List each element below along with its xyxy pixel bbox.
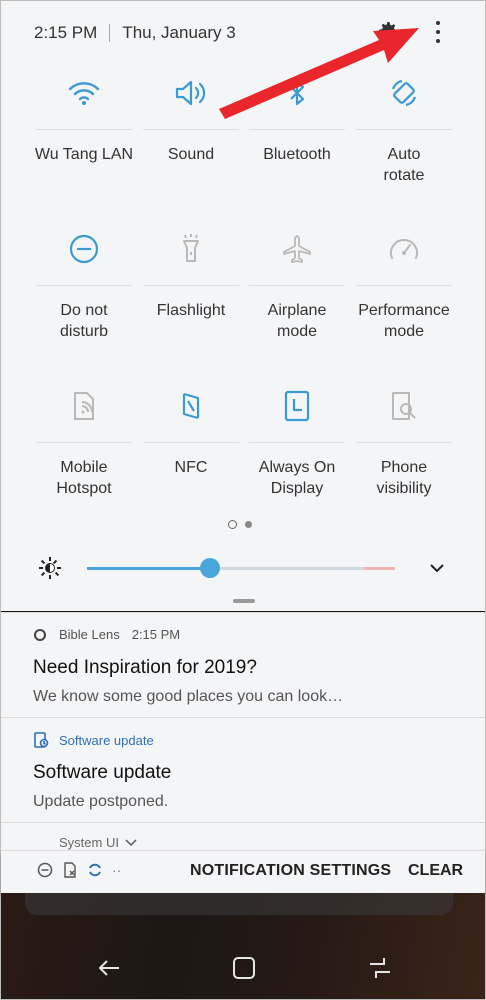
tile-divider — [36, 285, 132, 286]
status-bar: 2:15 PM Thu, January 3 — [34, 21, 236, 45]
notification-body: Update postponed. — [33, 793, 169, 810]
notification-header: Software update — [33, 732, 154, 748]
more-dot — [436, 21, 440, 25]
notification-list: Bible Lens 2:15 PM Need Inspiration for … — [1, 612, 485, 851]
no-sim-icon — [64, 862, 76, 878]
navigation-bar — [1, 940, 485, 998]
tile-flashlight[interactable]: Flashlight — [138, 227, 244, 321]
notification-time: 2:15 PM — [131, 627, 181, 642]
tile-divider — [143, 285, 239, 286]
brightness-auto-icon[interactable] — [39, 557, 61, 579]
hotspot-icon — [74, 392, 94, 420]
tile-airplane[interactable]: Airplane mode — [244, 227, 350, 342]
tile-divider — [356, 129, 452, 130]
status-date: Thu, January 3 — [122, 23, 236, 42]
notification-peek[interactable]: System UI — [59, 835, 137, 850]
tile-divider — [143, 129, 239, 130]
tile-label: Wu Tang LAN — [34, 146, 134, 163]
airplane-icon — [283, 235, 311, 263]
sync-icon — [89, 863, 101, 877]
status-separator — [109, 24, 111, 42]
wifi-icon — [68, 82, 100, 105]
status-time: 2:15 PM — [34, 23, 98, 42]
page-dot[interactable] — [245, 521, 252, 528]
page-dot-current — [228, 520, 237, 529]
tile-nfc[interactable]: NFC — [138, 384, 244, 478]
brightness-track — [210, 567, 364, 570]
tile-bluetooth[interactable]: Bluetooth — [244, 71, 350, 165]
notification-app-name: System UI — [59, 835, 119, 850]
tile-label: Phone visibility — [376, 459, 432, 497]
clear-button[interactable]: CLEAR — [408, 862, 463, 880]
notification-settings-button[interactable]: NOTIFICATION SETTINGS — [190, 862, 391, 880]
tile-divider — [249, 285, 345, 286]
notification-title: Need Inspiration for 2019? — [33, 657, 257, 678]
search-bar-ghost — [25, 893, 453, 915]
tile-divider — [36, 442, 132, 443]
tile-sound[interactable]: Sound — [138, 71, 244, 165]
tile-label: Airplane mode — [267, 302, 327, 340]
tile-label: Mobile Hotspot — [56, 459, 112, 497]
more-dot — [436, 30, 440, 34]
brightness-thumb[interactable] — [200, 558, 220, 578]
notification-body: We know some good places you can look… — [33, 688, 344, 705]
notification-app-name: Bible Lens — [59, 627, 120, 642]
notification-card[interactable]: Bible Lens 2:15 PM Need Inspiration for … — [1, 613, 485, 718]
sound-icon — [175, 80, 206, 106]
tile-divider — [356, 442, 452, 443]
home-icon[interactable] — [230, 954, 258, 982]
quick-settings-panel: 2:15 PM Thu, January 3 Wu Tang LAN Sound… — [1, 1, 485, 611]
tile-auto-rotate[interactable]: Auto rotate — [351, 71, 457, 186]
tile-label: Always On Display — [258, 459, 336, 497]
tile-do-not-disturb[interactable]: Do not disturb — [31, 227, 137, 342]
auto-rotate-icon — [391, 79, 417, 107]
tile-label: Sound — [167, 146, 215, 163]
status-icons: ·· — [37, 862, 121, 878]
performance-icon — [390, 239, 418, 259]
more-status-icons: ·· — [112, 862, 122, 878]
bluetooth-icon — [290, 80, 305, 106]
tile-performance[interactable]: Performance mode — [351, 227, 457, 342]
more-dot — [436, 39, 440, 43]
always-on-display-icon — [284, 390, 310, 422]
tile-divider — [249, 129, 345, 130]
notification-card[interactable]: Software update Software update Update p… — [1, 718, 485, 823]
do-not-disturb-icon — [69, 234, 99, 264]
tile-label: Flashlight — [156, 302, 226, 319]
do-not-disturb-icon — [37, 862, 53, 878]
tile-label: Do not disturb — [59, 302, 109, 340]
bible-lens-app-icon — [34, 628, 46, 641]
notification-header: Bible Lens 2:15 PM — [33, 627, 180, 642]
tile-divider — [249, 442, 345, 443]
nfc-icon — [182, 392, 200, 420]
notification-app-name: Software update — [59, 732, 154, 748]
tile-label: Performance mode — [358, 302, 450, 340]
tile-divider — [356, 285, 452, 286]
phone-visibility-icon — [392, 392, 416, 420]
tile-divider — [36, 129, 132, 130]
settings-gear-icon[interactable] — [376, 19, 400, 43]
software-update-icon — [34, 732, 49, 748]
page-indicator — [228, 520, 252, 529]
tile-mobile-hotspot[interactable]: Mobile Hotspot — [31, 384, 137, 499]
tile-wifi[interactable]: Wu Tang LAN — [31, 71, 137, 165]
brightness-fill — [87, 567, 210, 570]
tile-phone-visibility[interactable]: Phone visibility — [351, 384, 457, 499]
chevron-down-icon — [125, 838, 137, 846]
tile-label: NFC — [174, 459, 208, 476]
tile-always-on-display[interactable]: Always On Display — [244, 384, 350, 499]
tile-label: Bluetooth — [263, 146, 331, 163]
panel-drag-handle[interactable] — [233, 599, 255, 603]
back-icon[interactable] — [95, 954, 123, 982]
flashlight-icon — [183, 234, 199, 262]
notification-bottom-bar: ·· NOTIFICATION SETTINGS CLEAR — [1, 850, 485, 893]
notification-title: Software update — [33, 762, 172, 783]
more-options-icon[interactable] — [428, 17, 448, 47]
brightness-slider[interactable] — [87, 558, 395, 578]
chevron-down-icon[interactable] — [429, 560, 445, 576]
tile-divider — [143, 442, 239, 443]
recents-icon[interactable] — [366, 954, 394, 982]
tile-label: Auto rotate — [383, 146, 425, 184]
brightness-high-zone — [364, 567, 395, 570]
